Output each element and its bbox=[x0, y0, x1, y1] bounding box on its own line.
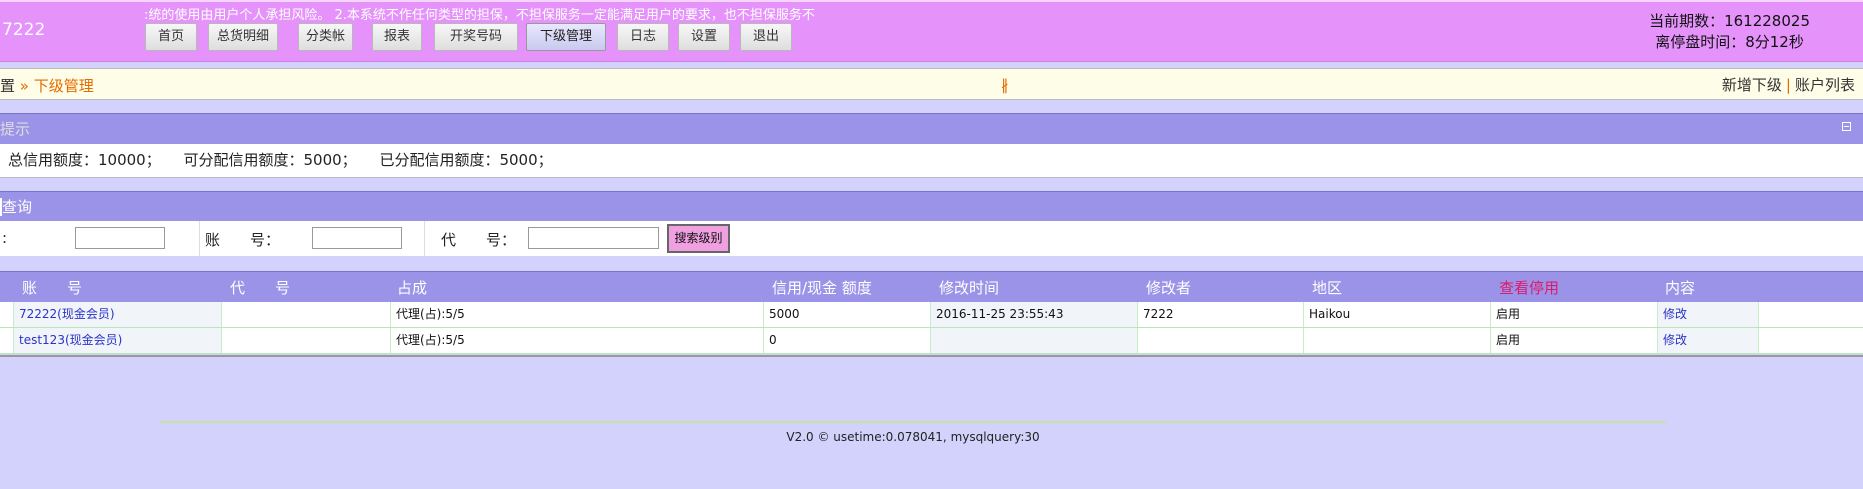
col-view-disabled: 查看停用 bbox=[1499, 279, 1560, 297]
footer-info: V2.0 © usetime:0.078041, mysqlquery:30 bbox=[786, 430, 1040, 444]
nav-sub-management-button[interactable]: 下级管理 bbox=[526, 23, 606, 51]
col-modified-time: 修改时间 bbox=[939, 279, 1000, 297]
col-agent: 代 号 bbox=[230, 279, 291, 297]
total-credit: 总信用额度：10000； bbox=[8, 151, 161, 169]
region-cell bbox=[1304, 328, 1491, 353]
top-links: 新增下级 | 账户列表 bbox=[1722, 74, 1855, 95]
site-logo: 7222 bbox=[2, 20, 46, 40]
edit-link[interactable]: 修改 bbox=[1663, 307, 1687, 321]
account-cell: 72222(现金会员) bbox=[14, 302, 222, 327]
table-bottom-border bbox=[0, 355, 1863, 357]
nav-log-button[interactable]: 日志 bbox=[617, 23, 669, 51]
breadcrumb-current: 下级管理 bbox=[33, 77, 94, 95]
header-top-line bbox=[0, 0, 1863, 2]
collapse-icon[interactable] bbox=[1842, 122, 1851, 131]
modifier-cell: 7222 bbox=[1138, 302, 1304, 327]
account-list-link[interactable]: 账户列表 bbox=[1795, 76, 1855, 94]
nav-draw-numbers-button[interactable]: 开奖号码 bbox=[434, 23, 518, 51]
account-link[interactable]: test123(现金会员) bbox=[19, 333, 122, 347]
credit-cell: 5000 bbox=[764, 302, 931, 327]
row-marker bbox=[0, 302, 14, 327]
account-cell: test123(现金会员) bbox=[14, 328, 222, 353]
footer-divider bbox=[160, 421, 1666, 423]
share-cell: 代理(占):5/5 bbox=[391, 328, 764, 353]
account-label: 账 号： bbox=[205, 231, 281, 249]
query-form: : 账 号： 代 号： 搜索级别 bbox=[0, 221, 1863, 256]
region-cell: Haikou bbox=[1304, 302, 1491, 327]
form-divider bbox=[424, 221, 425, 256]
modifier-cell bbox=[1138, 328, 1304, 353]
query-section-header: 查询 bbox=[0, 191, 1863, 221]
edit-link[interactable]: 修改 bbox=[1663, 333, 1687, 347]
modified-time-cell bbox=[931, 328, 1138, 353]
extra-cell bbox=[1759, 328, 1863, 353]
row-marker bbox=[0, 328, 14, 353]
field1-label: : bbox=[2, 229, 8, 247]
credit-summary: 总信用额度：10000； 可分配信用额度：5000； 已分配信用额度：5000； bbox=[0, 144, 1863, 178]
disclaimer-notice: :统的使用由用户个人承担风险。 2.本系统不作任何类型的担保，不担保服务一定能满… bbox=[144, 8, 815, 23]
query-title: 查询 bbox=[0, 198, 33, 216]
col-content: 内容 bbox=[1665, 279, 1696, 297]
nav-settings-button[interactable]: 设置 bbox=[678, 23, 730, 51]
breadcrumb-bar: 置 » 下级管理 ∦ 新增下级 | 账户列表 bbox=[0, 68, 1863, 100]
close-countdown: 离停盘时间：8分12秒 bbox=[1655, 33, 1804, 51]
breadcrumb: 置 » 下级管理 bbox=[0, 75, 94, 96]
top-header: 7222 :统的使用由用户个人承担风险。 2.本系统不作任何类型的担保，不担保服… bbox=[0, 0, 1863, 62]
extra-cell bbox=[1759, 302, 1863, 327]
agent-input[interactable] bbox=[528, 227, 659, 249]
status-cell: 启用 bbox=[1491, 328, 1658, 353]
col-share: 占成 bbox=[397, 279, 428, 297]
agent-cell bbox=[222, 328, 391, 353]
search-level-button[interactable]: 搜索级别 bbox=[667, 224, 730, 253]
action-cell: 修改 bbox=[1658, 328, 1759, 353]
col-modifier: 修改者 bbox=[1146, 279, 1192, 297]
link-separator: | bbox=[1785, 76, 1791, 94]
account-input[interactable] bbox=[312, 227, 402, 249]
nav-order-details-button[interactable]: 总货明细 bbox=[208, 23, 278, 51]
form-divider bbox=[199, 221, 200, 256]
add-sub-account-link[interactable]: 新增下级 bbox=[1722, 76, 1782, 94]
status-cell: 启用 bbox=[1491, 302, 1658, 327]
col-region: 地区 bbox=[1312, 279, 1343, 297]
breadcrumb-prefix: 置 bbox=[0, 77, 16, 95]
agent-label: 代 号： bbox=[441, 231, 517, 249]
breadcrumb-separator: » bbox=[19, 77, 29, 95]
nav-logout-button[interactable]: 退出 bbox=[740, 23, 792, 51]
bar-marker-icon: ∦ bbox=[1001, 76, 1009, 94]
tips-section-header: 提示 bbox=[0, 113, 1863, 144]
current-period: 当前期数：161228025 bbox=[1649, 12, 1810, 30]
agent-cell bbox=[222, 302, 391, 327]
period-info: 当前期数：161228025 离停盘时间：8分12秒 bbox=[1649, 11, 1810, 53]
modified-time-cell: 2016-11-25 23:55:43 bbox=[931, 302, 1138, 327]
col-account: 账 号 bbox=[22, 279, 83, 297]
table-row: 72222(现金会员) 代理(占):5/5 5000 2016-11-25 23… bbox=[0, 302, 1863, 328]
available-credit: 可分配信用额度：5000； bbox=[183, 151, 357, 169]
tips-title: 提示 bbox=[0, 120, 31, 138]
table-header: 账 号 代 号 占成 信用/现金 额度 修改时间 修改者 地区 查看停用 内容 bbox=[0, 271, 1863, 302]
nav-report-button[interactable]: 报表 bbox=[372, 23, 422, 51]
field1-input[interactable] bbox=[75, 227, 165, 249]
credit-cell: 0 bbox=[764, 328, 931, 353]
share-cell: 代理(占):5/5 bbox=[391, 302, 764, 327]
nav-ledger-button[interactable]: 分类帐 bbox=[298, 23, 353, 51]
col-credit: 信用/现金 额度 bbox=[772, 279, 872, 297]
allocated-credit: 已分配信用额度：5000； bbox=[379, 151, 553, 169]
account-link[interactable]: 72222(现金会员) bbox=[19, 307, 115, 321]
table-row: test123(现金会员) 代理(占):5/5 0 启用 修改 bbox=[0, 328, 1863, 354]
action-cell: 修改 bbox=[1658, 302, 1759, 327]
nav-home-button[interactable]: 首页 bbox=[145, 23, 197, 51]
